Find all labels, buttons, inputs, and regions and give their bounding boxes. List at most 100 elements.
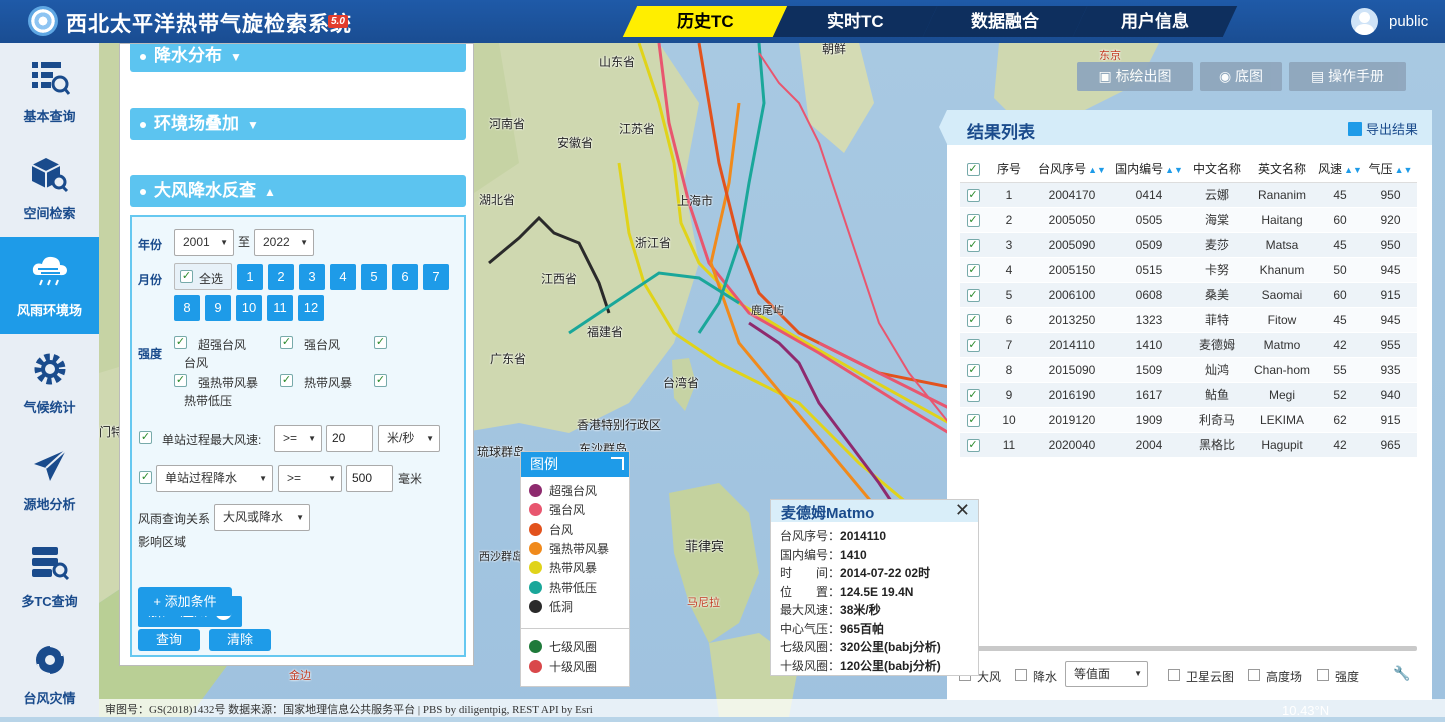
col-header-sortable[interactable]: 气压 ▲▼ [1364, 155, 1417, 183]
plot-export-button[interactable]: ▣ 标绘出图 [1077, 62, 1193, 91]
map-label-red: 马尼拉 [687, 597, 720, 609]
rain-layer-checkbox[interactable] [1015, 669, 1027, 681]
height-field-checkbox[interactable] [1248, 669, 1260, 681]
sidebar-item-disaster[interactable]: 台风灾情 [0, 625, 99, 722]
sidebar-item-basic-query[interactable]: 基本查询 [0, 43, 99, 140]
sidebar-item-label: 台风灾情 [23, 691, 76, 706]
tab-realtime-tc[interactable]: 实时TC [772, 6, 938, 37]
intensity-checkbox[interactable]: ✓ [174, 336, 187, 349]
wind-unit-select[interactable]: 米/秒 [378, 425, 440, 452]
row-checkbox[interactable]: ✓ [960, 332, 986, 358]
table-row[interactable]: ✓ 11 2020040 2004 黑格比 Hagupit 42 965 [960, 432, 1417, 458]
row-checkbox[interactable]: ✓ [960, 382, 986, 408]
select-all-checkbox[interactable]: ✓ [960, 155, 986, 183]
month-button-3[interactable]: 3 [299, 264, 325, 290]
table-row[interactable]: ✓ 7 2014110 1410 麦德姆 Matmo 42 955 [960, 332, 1417, 358]
section-header-rain[interactable]: 降水分布 ▼ [130, 44, 466, 72]
horizontal-scrollbar[interactable] [960, 646, 1417, 651]
table-cell: 鲇鱼 [1186, 382, 1248, 408]
wind-operator-select[interactable]: >= [274, 425, 322, 452]
clear-button[interactable]: 清除 [209, 629, 271, 651]
month-button-9[interactable]: 9 [205, 295, 231, 321]
col-header-sortable[interactable]: 台风序号 ▲▼ [1032, 155, 1112, 183]
row-checkbox[interactable]: ✓ [960, 407, 986, 433]
sidebar-item-wind-rain[interactable]: 风雨环境场 [0, 237, 99, 334]
collapse-arrow-icon[interactable] [939, 110, 947, 144]
row-checkbox[interactable]: ✓ [960, 232, 986, 258]
year-from-select[interactable]: 2001 [174, 229, 234, 256]
legend-item: 低洞 [521, 597, 629, 616]
row-checkbox[interactable]: ✓ [960, 257, 986, 283]
rain-operator-select[interactable]: >= [278, 465, 342, 492]
contour-select[interactable]: 等值面 [1065, 661, 1148, 687]
close-icon[interactable]: ✕ [955, 500, 970, 521]
month-button-1[interactable]: 1 [237, 264, 263, 290]
add-condition-button[interactable]: + 添加条件 [138, 587, 232, 616]
user-name[interactable]: public [1389, 13, 1428, 30]
month-button-11[interactable]: 11 [267, 295, 293, 321]
intensity-checkbox[interactable]: ✓ [374, 336, 387, 349]
col-header-sortable[interactable]: 国内编号 ▲▼ [1112, 155, 1186, 183]
section-header-wind-rain[interactable]: 大风降水反查 ▲ [130, 175, 466, 207]
table-row[interactable]: ✓ 4 2005150 0515 卡努 Khanum 50 945 [960, 257, 1417, 283]
month-button-12[interactable]: 12 [298, 295, 324, 321]
export-results-link[interactable]: 导出结果 [1347, 119, 1418, 138]
table-row[interactable]: ✓ 5 2006100 0608 桑美 Saomai 60 915 [960, 282, 1417, 308]
tab-data-fusion[interactable]: 数据融合 [922, 6, 1088, 37]
month-button-6[interactable]: 6 [392, 264, 418, 290]
results-panel: 结果列表 导出结果 ✓ 序号 台风序号 ▲▼ 国内编号 ▲▼ 中文名称 英文名称 风… [939, 110, 1432, 700]
table-row[interactable]: ✓ 6 2013250 1323 菲特 Fitow 45 945 [960, 307, 1417, 333]
sidebar-item-climate-stats[interactable]: 气候统计 [0, 334, 99, 431]
rain-checkbox[interactable]: ✓ [139, 471, 152, 484]
manual-button[interactable]: ▤ 操作手册 [1289, 62, 1406, 91]
intensity-checkbox[interactable]: ✓ [280, 336, 293, 349]
wrench-icon[interactable]: 🔧 [1393, 665, 1410, 682]
sidebar-item-spatial-search[interactable]: 空间检索 [0, 140, 99, 237]
satellite-checkbox[interactable] [1168, 669, 1180, 681]
relation-select[interactable]: 大风或降水 [214, 504, 310, 531]
month-button-8[interactable]: 8 [174, 295, 200, 321]
table-row[interactable]: ✓ 3 2005090 0509 麦莎 Matsa 45 950 [960, 232, 1417, 258]
row-checkbox[interactable]: ✓ [960, 432, 986, 458]
legend-item: 超强台风 [521, 481, 629, 500]
sidebar-item-multi-tc[interactable]: 多TC查询 [0, 528, 99, 625]
table-cell: 45 [1316, 232, 1364, 258]
basemap-button[interactable]: ◉ 底图 [1200, 62, 1282, 91]
month-button-5[interactable]: 5 [361, 264, 387, 290]
tab-history-tc[interactable]: 历史TC [622, 6, 788, 37]
wind-value-input[interactable]: 20 [326, 425, 373, 452]
col-header-sortable[interactable]: 风速 ▲▼ [1316, 155, 1364, 183]
table-cell: 4 [986, 257, 1032, 283]
rain-value-input[interactable]: 500 [346, 465, 393, 492]
month-button-2[interactable]: 2 [268, 264, 294, 290]
year-to-select[interactable]: 2022 [254, 229, 314, 256]
row-checkbox[interactable]: ✓ [960, 282, 986, 308]
month-button-10[interactable]: 10 [236, 295, 262, 321]
row-checkbox[interactable]: ✓ [960, 207, 986, 233]
wind-checkbox[interactable]: ✓ [139, 431, 152, 444]
intensity-checkbox[interactable]: ✓ [374, 374, 387, 387]
table-row[interactable]: ✓ 1 2004170 0414 云娜 Rananim 45 950 [960, 182, 1417, 208]
month-button-4[interactable]: 4 [330, 264, 356, 290]
select-all-toggle[interactable]: ✓ 全选 [174, 263, 232, 290]
intensity-checkbox[interactable] [1317, 669, 1329, 681]
popup-field-value: 1410 [840, 547, 867, 562]
tab-user-info[interactable]: 用户信息 [1072, 6, 1238, 37]
section-header-env[interactable]: 环境场叠加 ▼ [130, 108, 466, 140]
table-row[interactable]: ✓ 2 2005050 0505 海棠 Haitang 60 920 [960, 207, 1417, 233]
month-button-7[interactable]: 7 [423, 264, 449, 290]
query-button[interactable]: 查询 [138, 629, 200, 651]
user-avatar-icon[interactable] [1351, 8, 1378, 35]
row-checkbox[interactable]: ✓ [960, 357, 986, 383]
intensity-checkbox[interactable]: ✓ [174, 374, 187, 387]
intensity-checkbox[interactable]: ✓ [280, 374, 293, 387]
table-row[interactable]: ✓ 9 2016190 1617 鲇鱼 Megi 52 940 [960, 382, 1417, 408]
sidebar-item-origin-analysis[interactable]: 源地分析 [0, 431, 99, 528]
expand-icon[interactable] [611, 457, 624, 470]
row-checkbox[interactable]: ✓ [960, 307, 986, 333]
table-row[interactable]: ✓ 10 2019120 1909 利奇马 LEKIMA 62 915 [960, 407, 1417, 433]
table-row[interactable]: ✓ 8 2015090 1509 灿鸿 Chan-hom 55 935 [960, 357, 1417, 383]
rain-type-select[interactable]: 单站过程降水 [156, 465, 273, 492]
row-checkbox[interactable]: ✓ [960, 182, 986, 208]
intensity-label-item: 台风 [184, 356, 209, 370]
